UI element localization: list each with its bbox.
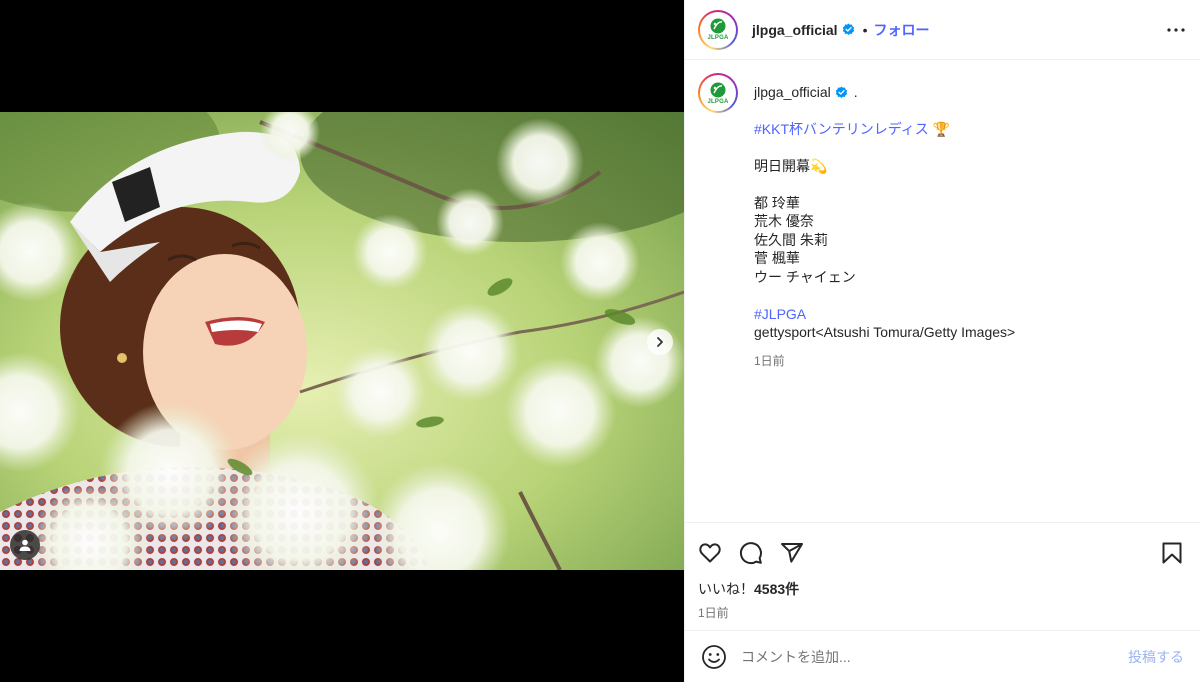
comment-bar: 投稿する	[685, 630, 1200, 682]
post-comment-button[interactable]: 投稿する	[1128, 647, 1184, 667]
post-photo	[0, 112, 684, 570]
caption-row: JLPGA jlpga_official . #KKT杯バンテリンレディス 🏆 明…	[698, 73, 1187, 370]
more-options-icon	[1167, 27, 1185, 32]
follow-button[interactable]: フォロー	[873, 20, 929, 40]
logo-text: JLPGA	[707, 35, 729, 41]
more-options-button[interactable]	[1164, 18, 1188, 42]
caption-line: 都 玲華	[754, 194, 800, 211]
header-username[interactable]: jlpga_official	[752, 22, 838, 38]
separator-dot: •	[862, 21, 868, 38]
caption-body: jlpga_official . #KKT杯バンテリンレディス 🏆 明日開幕💫 都 …	[754, 73, 1015, 370]
action-bar	[698, 523, 1187, 579]
caption-line: 菅 楓華	[754, 250, 800, 266]
verified-badge-icon	[842, 23, 854, 35]
caption-line: 荒木 優奈	[754, 213, 814, 229]
caption-username[interactable]: jlpga_official	[754, 83, 831, 102]
actions-area: いいね！4583件 1日前	[685, 522, 1200, 630]
like-button[interactable]	[698, 541, 722, 565]
comment-button[interactable]	[739, 541, 763, 565]
comment-icon	[739, 542, 762, 565]
caption-area: JLPGA jlpga_official . #KKT杯バンテリンレディス 🏆 明…	[685, 61, 1200, 521]
user-tags-button[interactable]	[10, 530, 40, 560]
post-side-panel: JLPGA jlpga_official • フォロー JLPGA jlpga_…	[684, 0, 1200, 682]
likes-number: 4583件	[754, 581, 800, 597]
emoji-icon	[702, 644, 726, 669]
user-tag-icon	[19, 539, 31, 551]
chevron-right-icon	[657, 337, 663, 347]
caption-time: 1日前	[754, 353, 785, 368]
avatar-logo: JLPGA	[700, 11, 736, 48]
caption-trailing: .	[853, 84, 858, 100]
caption-text: #KKT杯バンテリンレディス 🏆 明日開幕💫 都 玲華荒木 優奈佐久間 朱莉菅 楓華…	[754, 120, 1015, 342]
caption-hashtag[interactable]: #KKT杯バンテリンレディス 🏆	[754, 120, 1015, 139]
share-button[interactable]	[780, 541, 804, 565]
instagram-post: JLPGA jlpga_official • フォロー JLPGA jlpga_…	[0, 0, 1200, 682]
share-icon	[781, 543, 803, 563]
verified-badge-icon	[835, 86, 847, 98]
caption-header: jlpga_official .	[754, 83, 1015, 102]
post-header: JLPGA jlpga_official • フォロー	[685, 0, 1200, 60]
caption-avatar[interactable]: JLPGA	[698, 73, 738, 113]
jlpga-logo-icon	[710, 18, 726, 34]
comment-input[interactable]	[741, 648, 1128, 665]
caption-hashtag[interactable]: #JLPGA	[754, 305, 1015, 324]
logo-text: JLPGA	[707, 98, 729, 105]
caption-line: 佐久間 朱莉	[754, 231, 828, 248]
emoji-button[interactable]	[701, 644, 727, 670]
caption-line: gettysport<Atsushi Tomura/Getty Images>	[754, 324, 1016, 340]
caption-line: 明日開幕💫	[754, 157, 828, 174]
post-time[interactable]: 1日前	[698, 604, 1187, 621]
caption-line: ウー チャイェン	[754, 268, 856, 285]
post-media	[0, 0, 684, 682]
avatar[interactable]: JLPGA	[698, 9, 738, 50]
heart-icon	[699, 543, 721, 563]
bookmark-icon	[1162, 542, 1182, 564]
jlpga-logo-icon	[710, 82, 726, 97]
likes-label: いいね！	[698, 581, 754, 597]
save-button[interactable]	[1160, 541, 1184, 565]
next-slide-button[interactable]	[647, 329, 673, 355]
avatar-logo: JLPGA	[700, 75, 736, 111]
likes-count[interactable]: いいね！4583件	[698, 579, 1187, 599]
